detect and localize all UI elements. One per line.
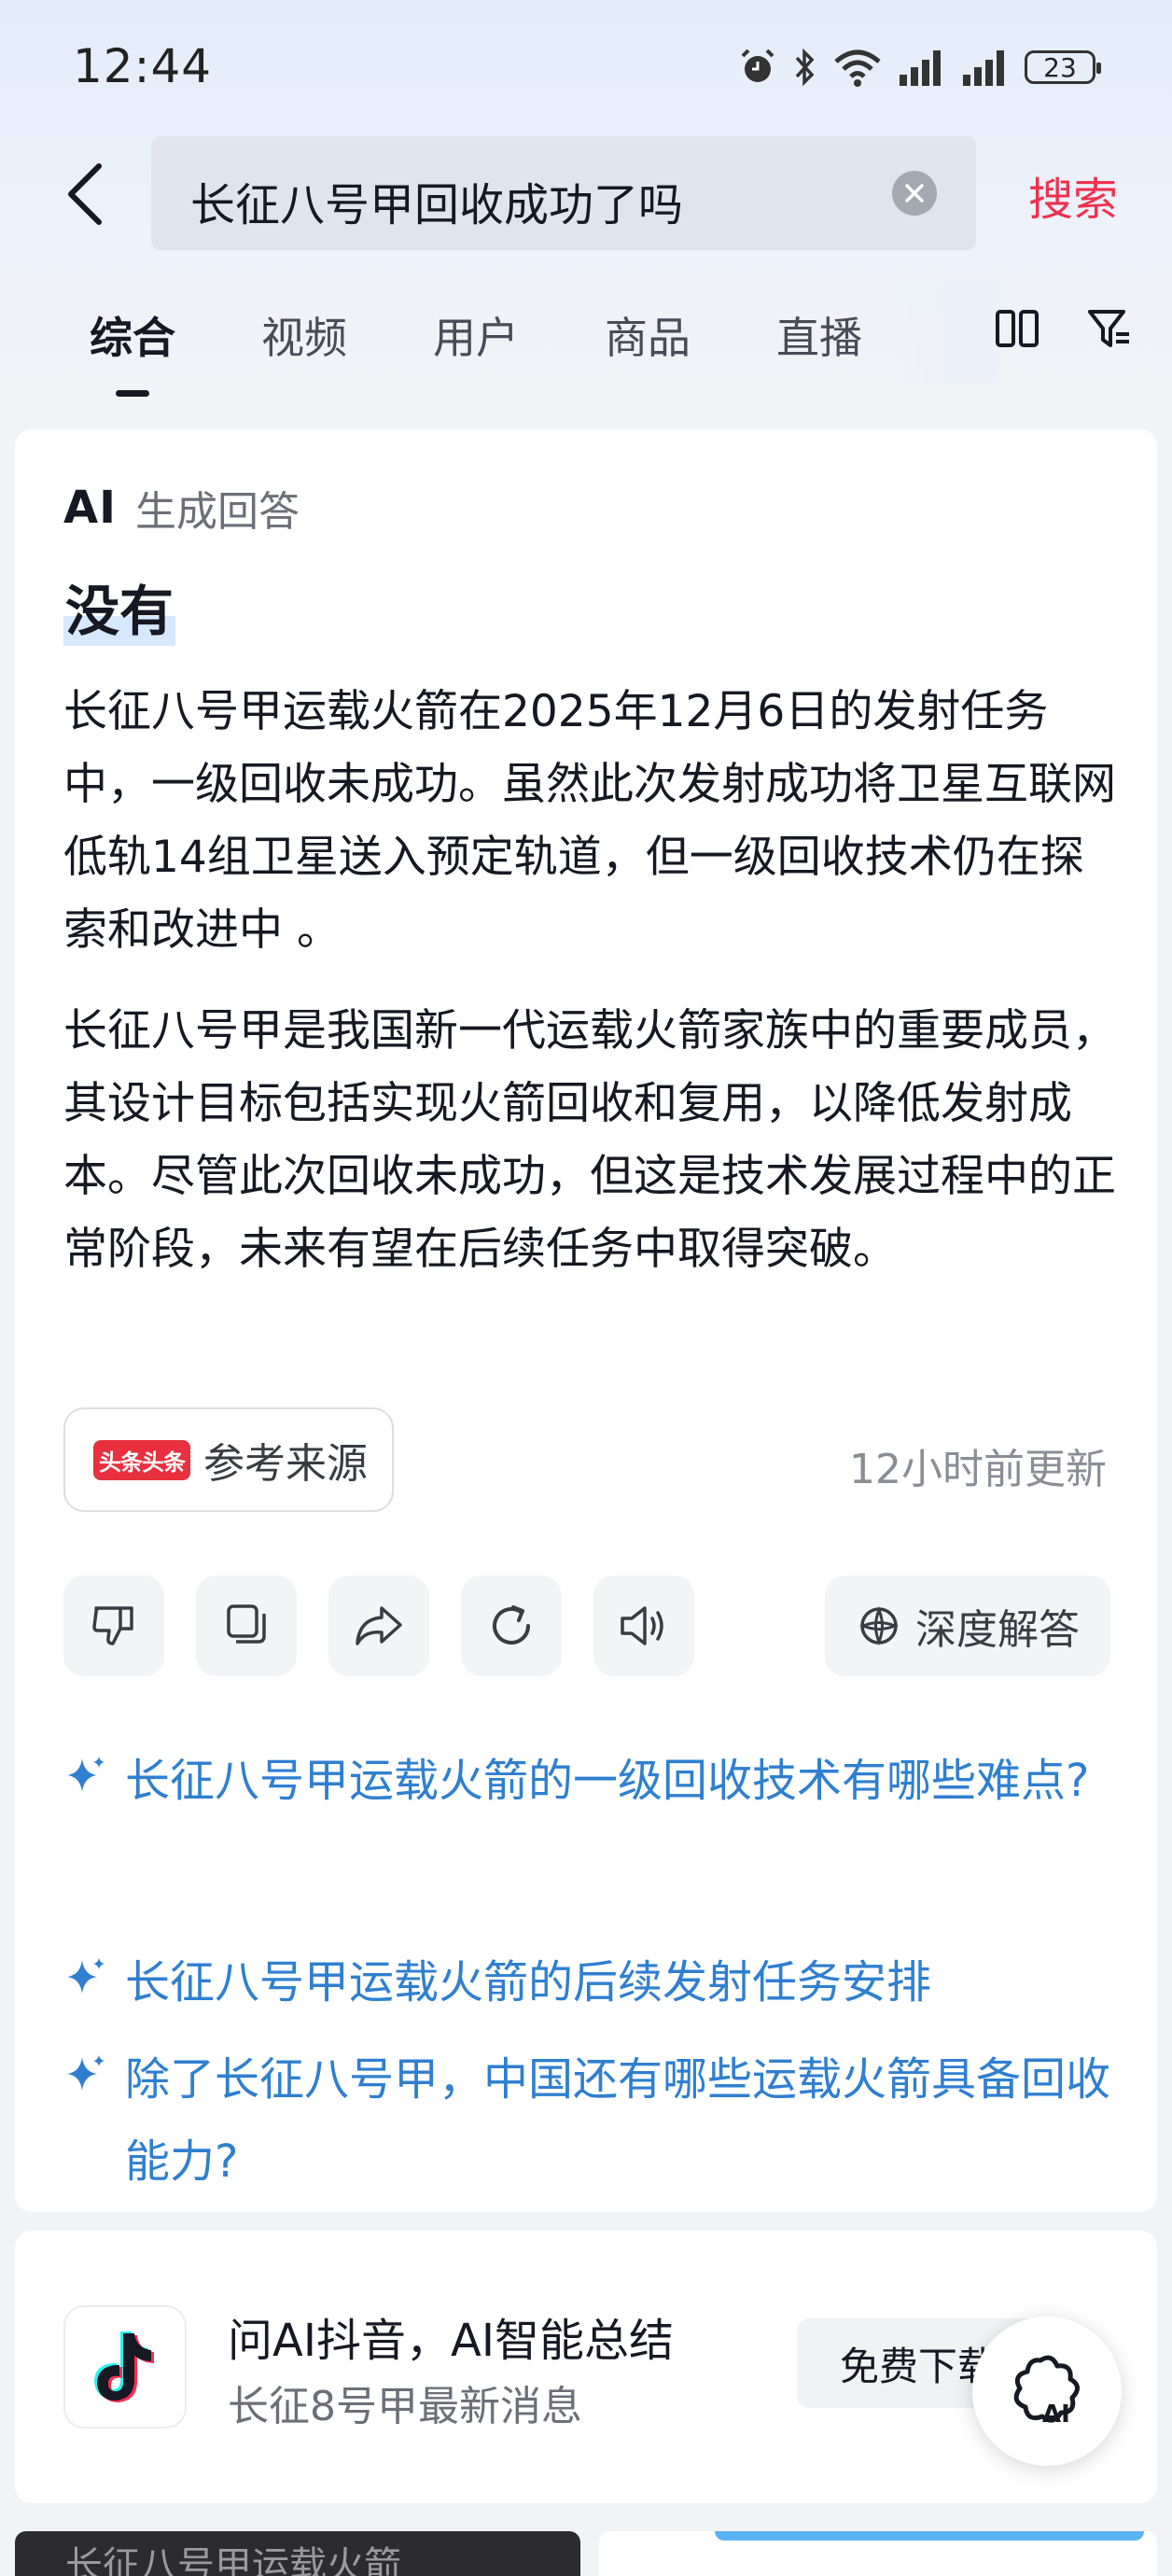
layout-toggle-button[interactable] bbox=[995, 308, 1039, 353]
status-icons: 23 bbox=[737, 43, 1101, 91]
speaker-icon bbox=[621, 1606, 663, 1645]
dual-column-icon bbox=[996, 310, 1039, 347]
tab-live[interactable]: 直播 bbox=[776, 304, 862, 366]
wifi-icon bbox=[834, 49, 881, 87]
video-thumbnail-caption: 长征八号甲运载火箭 bbox=[65, 2544, 401, 2576]
copy-button[interactable] bbox=[196, 1575, 297, 1676]
answer-title: 没有 bbox=[63, 567, 176, 646]
answer-paragraph-1: 长征八号甲运载火箭在2025年12月6日的发射任务中，一级回收未成功。虽然此次发… bbox=[63, 686, 1116, 956]
deep-think-icon bbox=[859, 1606, 899, 1645]
battery-indicator: 23 bbox=[1025, 50, 1101, 84]
filter-button[interactable] bbox=[1086, 308, 1131, 353]
related-question-3[interactable]: 除了长征八号甲，中国还有哪些运载火箭具备回收能力? bbox=[63, 2038, 1127, 2203]
deep-answer-button[interactable]: 深度解答 bbox=[825, 1575, 1110, 1676]
signal-icon-2 bbox=[963, 50, 1004, 86]
ai-label: AI 生成回答 bbox=[63, 478, 300, 538]
related-question-1[interactable]: 长征八号甲运载火箭的一级回收技术有哪些难点? bbox=[63, 1740, 1127, 1822]
ai-logo: AI bbox=[63, 482, 118, 534]
ai-label-text: 生成回答 bbox=[135, 488, 300, 536]
refresh-icon bbox=[493, 1605, 530, 1645]
back-arrow-icon bbox=[68, 163, 102, 225]
sparkle-icon bbox=[67, 2055, 105, 2091]
ai-answer-card: AI 生成回答 没有 长征八号甲运载火箭在2025年12月6日的发射任务中，一级… bbox=[15, 429, 1157, 2212]
related-question-text: 除了长征八号甲，中国还有哪些运载火箭具备回收能力? bbox=[125, 2053, 1111, 2188]
tab-users[interactable]: 用户 bbox=[433, 304, 519, 366]
share-icon bbox=[356, 1606, 402, 1645]
tab-products[interactable]: 商品 bbox=[605, 304, 691, 366]
tab-fade-overlay bbox=[896, 280, 998, 383]
promo-title: 问AI抖音，AI智能总结 bbox=[228, 2315, 674, 2367]
clear-search-button[interactable] bbox=[892, 171, 937, 216]
related-question-text: 长征八号甲运载火箭的一级回收技术有哪些难点? bbox=[125, 1755, 1090, 1807]
sparkle-icon bbox=[67, 1958, 105, 1994]
douyin-logo-icon bbox=[94, 2331, 154, 2402]
updated-time: 12小时前更新 bbox=[849, 1446, 1107, 1493]
copy-icon bbox=[227, 1604, 266, 1644]
sparkle-icon bbox=[67, 1757, 105, 1792]
tab-video[interactable]: 视频 bbox=[261, 304, 347, 366]
promo-subtitle: 长征8号甲最新消息 bbox=[228, 2383, 582, 2430]
regenerate-button[interactable] bbox=[461, 1575, 562, 1676]
close-icon bbox=[905, 184, 924, 203]
dislike-button[interactable] bbox=[63, 1575, 164, 1676]
video-thumbnail-preview[interactable]: 长征八号甲运载火箭 bbox=[15, 2531, 580, 2576]
search-button[interactable]: 搜索 bbox=[1028, 162, 1118, 228]
related-question-2[interactable]: 长征八号甲运载火箭的后续发射任务安排 bbox=[63, 1941, 1127, 2023]
search-input[interactable]: 长征八号甲回收成功了吗 bbox=[151, 136, 976, 250]
related-question-text: 长征八号甲运载火箭的后续发射任务安排 bbox=[125, 1956, 932, 2009]
filter-icon bbox=[1088, 310, 1129, 347]
deep-answer-label: 深度解答 bbox=[915, 1606, 1080, 1654]
read-aloud-button[interactable] bbox=[593, 1575, 694, 1676]
search-query: 长征八号甲回收成功了吗 bbox=[190, 179, 684, 231]
ai-flower-icon: AI bbox=[1013, 2355, 1080, 2429]
answer-paragraph-2: 长征八号甲是我国新一代运载火箭家族中的重要成员，其设计目标包括实现火箭回收和复用… bbox=[63, 1005, 1116, 1275]
bluetooth-icon bbox=[795, 48, 815, 87]
thumbs-down-icon bbox=[92, 1606, 133, 1645]
signal-icon-1 bbox=[900, 50, 941, 86]
back-button[interactable] bbox=[56, 157, 112, 231]
reference-source-button[interactable]: 头条头条 参考来源 bbox=[63, 1407, 394, 1512]
toutiao-logo-icon: 头条头条 bbox=[93, 1439, 190, 1480]
svg-text:AI: AI bbox=[1042, 2401, 1070, 2429]
status-time: 12:44 bbox=[73, 39, 213, 93]
result-card-accent bbox=[715, 2531, 1144, 2541]
alarm-icon bbox=[741, 49, 774, 82]
share-button[interactable] bbox=[328, 1575, 429, 1676]
tab-comprehensive[interactable]: 综合 bbox=[90, 304, 175, 366]
ai-assistant-fab[interactable]: AI bbox=[972, 2317, 1122, 2466]
reference-source-label: 参考来源 bbox=[203, 1440, 368, 1488]
douyin-app-icon bbox=[63, 2305, 187, 2429]
